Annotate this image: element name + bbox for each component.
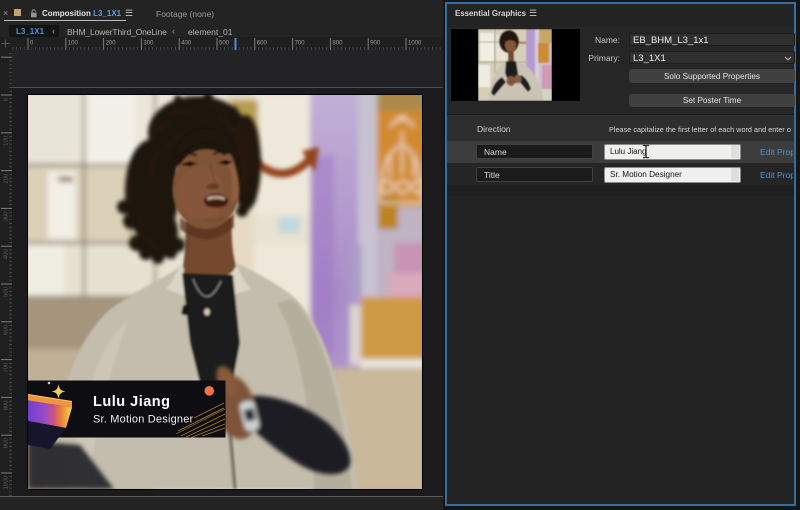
svg-text:500: 500 xyxy=(4,286,10,297)
svg-text:500: 500 xyxy=(219,41,230,47)
svg-text:700: 700 xyxy=(295,41,306,47)
svg-text:200: 200 xyxy=(4,173,10,184)
svg-text:700: 700 xyxy=(4,362,10,373)
svg-text:100: 100 xyxy=(68,41,79,47)
svg-text:300: 300 xyxy=(4,211,10,222)
svg-text:600: 600 xyxy=(257,41,268,47)
svg-text:800: 800 xyxy=(4,400,10,411)
svg-text:400: 400 xyxy=(4,249,10,260)
svg-text:Sr. Motion Designer: Sr. Motion Designer xyxy=(93,414,194,426)
svg-text:Lulu Jiang: Lulu Jiang xyxy=(93,394,171,410)
svg-text:800: 800 xyxy=(332,41,343,47)
svg-text:900: 900 xyxy=(370,41,381,47)
svg-text:100: 100 xyxy=(4,135,10,146)
svg-text:400: 400 xyxy=(181,41,192,47)
svg-text:1000: 1000 xyxy=(408,41,422,47)
svg-text:900: 900 xyxy=(4,438,10,449)
svg-text:1000: 1000 xyxy=(4,475,10,489)
svg-text:600: 600 xyxy=(4,324,10,335)
svg-text:300: 300 xyxy=(143,41,154,47)
svg-text:200: 200 xyxy=(106,41,117,47)
